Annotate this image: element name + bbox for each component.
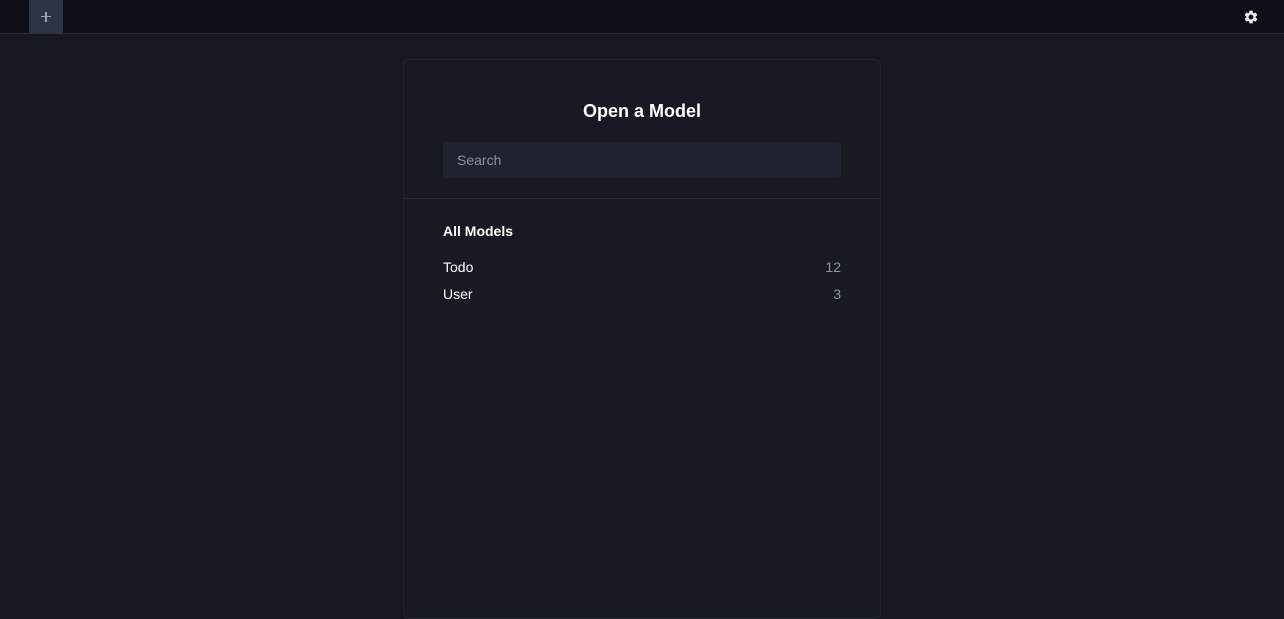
settings-button[interactable] <box>1242 8 1260 26</box>
open-model-panel: Open a Model All Models Todo 12 User 3 <box>403 59 881 619</box>
model-count: 3 <box>833 285 841 302</box>
search-input[interactable] <box>443 142 841 178</box>
list-item-todo[interactable]: Todo 12 <box>443 253 841 280</box>
gear-icon <box>1244 10 1258 24</box>
add-tab-button[interactable] <box>29 0 63 33</box>
panel-title: Open a Model <box>582 101 701 121</box>
section-title: All Models <box>443 223 514 239</box>
model-name: User <box>443 285 473 302</box>
top-bar <box>0 0 1284 34</box>
plus-icon <box>41 11 51 22</box>
model-list: Todo 12 User 3 <box>443 253 841 307</box>
panel-header: Open a Model <box>404 60 880 199</box>
list-item-user[interactable]: User 3 <box>443 280 841 307</box>
model-name: Todo <box>443 258 474 275</box>
model-count: 12 <box>825 258 841 275</box>
